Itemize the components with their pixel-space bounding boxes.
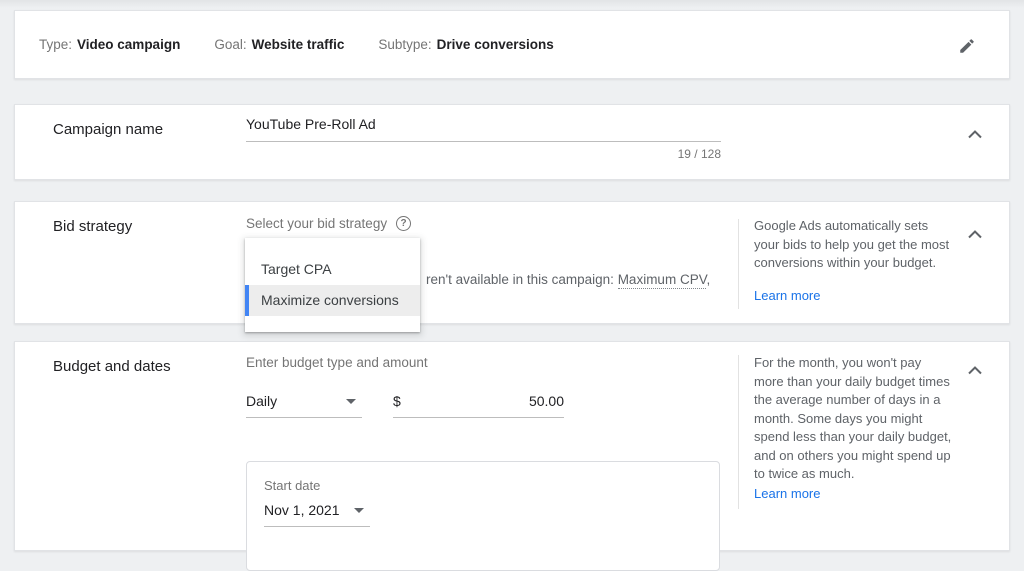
summary-item-type: Type: Video campaign bbox=[39, 37, 180, 52]
help-panel-divider bbox=[738, 355, 739, 509]
campaign-name-section: Campaign name YouTube Pre-Roll Ad 19 / 1… bbox=[14, 104, 1010, 180]
pencil-icon bbox=[958, 37, 976, 55]
bid-strategy-section-title: Bid strategy bbox=[53, 218, 133, 235]
summary-item-label: Goal: bbox=[214, 37, 247, 52]
availability-note-suffix: , bbox=[706, 272, 711, 287]
start-date-box: Start date Nov 1, 2021 bbox=[246, 461, 720, 571]
summary-item-value: Drive conversions bbox=[436, 37, 554, 52]
campaign-name-input[interactable]: YouTube Pre-Roll Ad bbox=[246, 116, 721, 142]
summary-item-subtype: Subtype: Drive conversions bbox=[378, 37, 553, 52]
bid-strategy-learn-more-link[interactable]: Learn more bbox=[754, 287, 820, 306]
bid-strategy-dropdown-menu: Target CPA Maximize conversions bbox=[245, 238, 420, 332]
budget-and-dates-section: Budget and dates Enter budget type and a… bbox=[14, 341, 1010, 571]
chevron-up-icon bbox=[968, 365, 982, 375]
bid-strategy-help-text: Google Ads automatically sets your bids … bbox=[754, 218, 950, 270]
help-icon[interactable]: ? bbox=[396, 216, 412, 231]
dropdown-option-maximize-conversions[interactable]: Maximize conversions bbox=[245, 285, 420, 316]
chevron-up-icon bbox=[968, 129, 982, 139]
budget-section-title: Budget and dates bbox=[53, 358, 171, 375]
budget-type-value: Daily bbox=[246, 393, 278, 409]
dropdown-arrow-icon bbox=[346, 398, 356, 404]
summary-item-goal: Goal: Website traffic bbox=[214, 37, 344, 52]
currency-symbol: $ bbox=[393, 393, 401, 409]
availability-note-prefix: ren't available in this campaign: bbox=[426, 272, 618, 287]
budget-type-select[interactable]: Daily bbox=[246, 393, 362, 418]
start-date-label: Start date bbox=[264, 478, 321, 493]
character-counter: 19 / 128 bbox=[677, 147, 721, 161]
budget-field-label: Enter budget type and amount bbox=[246, 355, 428, 370]
dropdown-option-target-cpa[interactable]: Target CPA bbox=[245, 254, 420, 285]
edit-campaign-settings-button[interactable] bbox=[951, 30, 983, 62]
budget-amount-input[interactable]: $ 50.00 bbox=[393, 393, 564, 418]
help-panel-divider bbox=[738, 219, 739, 309]
bid-strategy-availability-note: ren't available in this campaign: Maximu… bbox=[426, 272, 711, 289]
start-date-value: Nov 1, 2021 bbox=[264, 502, 340, 518]
bid-strategy-field-label: Select your bid strategy bbox=[246, 216, 388, 231]
campaign-name-section-title: Campaign name bbox=[53, 121, 164, 138]
dropdown-arrow-icon bbox=[354, 507, 364, 513]
maximum-cpv-term[interactable]: Maximum CPV bbox=[617, 272, 707, 289]
start-date-select[interactable]: Nov 1, 2021 bbox=[264, 502, 370, 527]
budget-help-text: For the month, you won't pay more than y… bbox=[754, 355, 952, 481]
bid-strategy-section: Bid strategy Select your bid strategy ? … bbox=[14, 201, 1010, 324]
collapse-bid-strategy-button[interactable] bbox=[959, 218, 991, 250]
budget-learn-more-link[interactable]: Learn more bbox=[754, 485, 820, 504]
campaign-summary-bar: Type: Video campaign Goal: Website traff… bbox=[14, 10, 1010, 79]
chevron-up-icon bbox=[968, 229, 982, 239]
summary-item-label: Type: bbox=[39, 37, 73, 52]
collapse-campaign-name-button[interactable] bbox=[959, 118, 991, 150]
budget-amount-value: 50.00 bbox=[528, 393, 564, 409]
summary-item-label: Subtype: bbox=[378, 37, 432, 52]
summary-item-value: Website traffic bbox=[251, 37, 345, 52]
summary-item-value: Video campaign bbox=[77, 37, 181, 52]
collapse-budget-button[interactable] bbox=[959, 354, 991, 386]
